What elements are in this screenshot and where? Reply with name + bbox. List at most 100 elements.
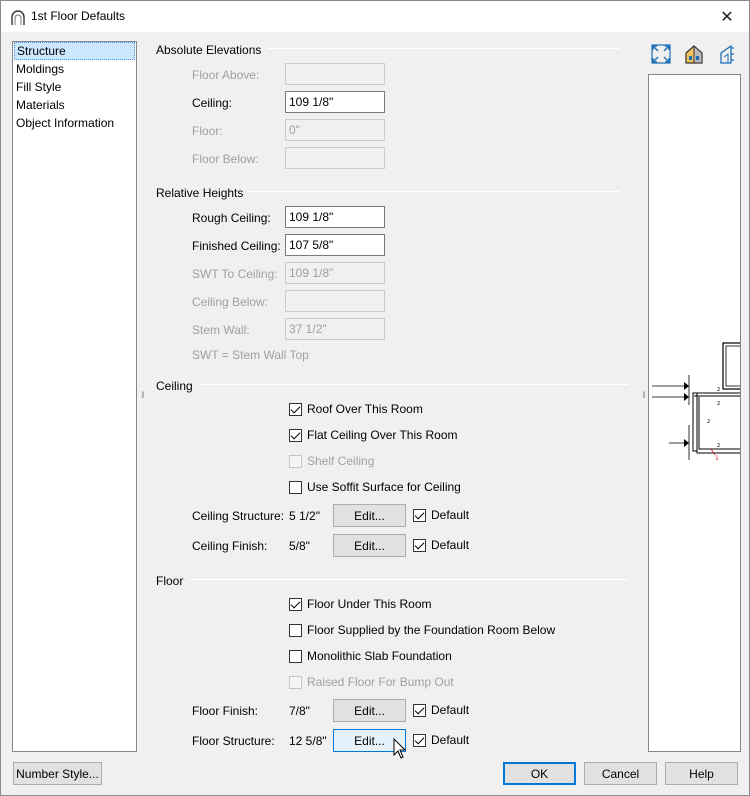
ceiling-group-title: Ceiling — [156, 379, 193, 393]
mouse-cursor-icon — [393, 738, 407, 759]
group-divider — [267, 48, 620, 49]
finished-ceiling-label: Finished Ceiling: — [192, 239, 281, 253]
section-preview-drawing: 2 2 2 2 1 — [652, 342, 740, 462]
floor-group-title: Floor — [156, 574, 184, 588]
floor-below-field — [285, 147, 385, 169]
shelf-ceiling-checkbox: Shelf Ceiling — [289, 454, 374, 468]
app-arch-icon — [11, 10, 25, 25]
rough-ceiling-field[interactable] — [285, 206, 385, 228]
ok-button[interactable]: OK — [503, 762, 576, 785]
rough-ceiling-label: Rough Ceiling: — [192, 211, 271, 225]
checkbox-box[interactable] — [289, 402, 302, 416]
help-button[interactable]: Help — [665, 762, 738, 785]
ceiling-finish-label: Ceiling Finish: — [192, 539, 268, 553]
elevation-view-icon[interactable] — [716, 43, 738, 65]
ceiling-elevation-label: Ceiling: — [192, 96, 233, 110]
house-icon[interactable] — [683, 43, 705, 65]
ceiling-finish-edit-button[interactable]: Edit... — [333, 534, 406, 557]
soffit-surface-checkbox[interactable]: Use Soffit Surface for Ceiling — [289, 480, 461, 494]
ceiling-structure-edit-button[interactable]: Edit... — [333, 504, 406, 527]
floor-below-label: Floor Below: — [192, 152, 259, 166]
relative-heights-title: Relative Heights — [156, 186, 244, 200]
ceiling-elevation-field[interactable] — [285, 91, 385, 113]
stem-wall-label: Stem Wall: — [192, 323, 250, 337]
checkbox-label: Use Soffit Surface for Ceiling — [307, 480, 461, 494]
group-divider — [247, 191, 620, 192]
checkbox-label: Default — [431, 733, 470, 747]
group-divider — [189, 579, 629, 580]
roof-over-room-checkbox[interactable]: Roof Over This Room — [289, 402, 423, 416]
checkbox-label: Default — [431, 538, 470, 552]
floor-above-label: Floor Above: — [192, 68, 260, 82]
number-style-button[interactable]: Number Style... — [13, 762, 102, 785]
nav-item-structure[interactable]: Structure — [14, 42, 135, 60]
preview-pane[interactable]: 2 2 2 2 1 — [648, 74, 741, 752]
floor-elevation-field — [285, 119, 385, 141]
splitter-handle-right[interactable]: ‖ — [641, 390, 647, 402]
fit-view-icon[interactable] — [650, 43, 672, 65]
monolithic-slab-checkbox[interactable]: Monolithic Slab Foundation — [289, 649, 452, 663]
svg-text:2: 2 — [717, 443, 720, 449]
stem-wall-field — [285, 318, 385, 340]
checkbox-box[interactable] — [413, 508, 426, 522]
checkbox-box[interactable] — [289, 428, 302, 442]
splitter-handle-left[interactable]: ‖ — [140, 390, 146, 402]
ceiling-finish-value: 5/8" — [289, 539, 310, 553]
swt-note: SWT = Stem Wall Top — [192, 348, 309, 362]
close-button[interactable]: ✕ — [705, 1, 749, 32]
checkbox-label: Raised Floor For Bump Out — [307, 675, 454, 689]
floor-elevation-label: Floor: — [192, 124, 223, 138]
checkbox-box[interactable] — [289, 623, 302, 637]
ceiling-structure-label: Ceiling Structure: — [192, 509, 285, 523]
floor-structure-label: Floor Structure: — [192, 734, 275, 748]
checkbox-box[interactable] — [413, 733, 426, 747]
checkbox-label: Shelf Ceiling — [307, 454, 375, 468]
checkbox-label: Monolithic Slab Foundation — [307, 649, 452, 663]
nav-item-object-information[interactable]: Object Information — [14, 114, 135, 132]
svg-text:2: 2 — [717, 387, 720, 393]
nav-item-moldings[interactable]: Moldings — [14, 60, 135, 78]
title-bar: 1st Floor Defaults ✕ — [1, 1, 749, 32]
dialog-window: 1st Floor Defaults ✕ Structure Moldings … — [0, 0, 750, 796]
swt-to-ceiling-label: SWT To Ceiling: — [192, 267, 278, 281]
nav-item-materials[interactable]: Materials — [14, 96, 135, 114]
checkbox-label: Floor Under This Room — [307, 597, 432, 611]
checkbox-label: Default — [431, 508, 470, 522]
svg-text:2: 2 — [717, 401, 720, 407]
checkbox-box — [289, 454, 302, 468]
floor-structure-value: 12 5/8" — [289, 734, 327, 748]
floor-finish-edit-button[interactable]: Edit... — [333, 699, 406, 722]
floor-finish-default-checkbox[interactable]: Default — [413, 703, 469, 717]
checkbox-box[interactable] — [289, 649, 302, 663]
close-icon: ✕ — [720, 8, 734, 26]
ceiling-finish-default-checkbox[interactable]: Default — [413, 538, 469, 552]
checkbox-label: Flat Ceiling Over This Room — [307, 428, 458, 442]
ceiling-structure-default-checkbox[interactable]: Default — [413, 508, 469, 522]
foundation-floor-checkbox[interactable]: Floor Supplied by the Foundation Room Be… — [289, 623, 555, 637]
checkbox-box[interactable] — [289, 597, 302, 611]
checkbox-label: Floor Supplied by the Foundation Room Be… — [307, 623, 556, 637]
finished-ceiling-field[interactable] — [285, 234, 385, 256]
checkbox-box[interactable] — [289, 480, 302, 494]
checkbox-label: Default — [431, 703, 470, 717]
svg-text:1: 1 — [715, 455, 719, 462]
swt-to-ceiling-field — [285, 262, 385, 284]
floor-structure-default-checkbox[interactable]: Default — [413, 733, 469, 747]
absolute-elevations-title: Absolute Elevations — [156, 43, 262, 57]
raised-floor-checkbox: Raised Floor For Bump Out — [289, 675, 454, 689]
svg-text:2: 2 — [707, 419, 710, 425]
checkbox-box[interactable] — [413, 703, 426, 717]
cancel-button[interactable]: Cancel — [584, 762, 657, 785]
category-list[interactable]: Structure Moldings Fill Style Materials … — [12, 41, 137, 752]
checkbox-label: Roof Over This Room — [307, 402, 423, 416]
floor-finish-label: Floor Finish: — [192, 704, 259, 718]
ceiling-structure-value: 5 1/2" — [289, 509, 320, 523]
nav-item-fill-style[interactable]: Fill Style — [14, 78, 135, 96]
checkbox-box[interactable] — [413, 538, 426, 552]
window-title: 1st Floor Defaults — [31, 9, 126, 23]
checkbox-box — [289, 675, 302, 689]
floor-above-field — [285, 63, 385, 85]
flat-ceiling-checkbox[interactable]: Flat Ceiling Over This Room — [289, 428, 458, 442]
floor-under-room-checkbox[interactable]: Floor Under This Room — [289, 597, 432, 611]
ceiling-below-field — [285, 290, 385, 312]
